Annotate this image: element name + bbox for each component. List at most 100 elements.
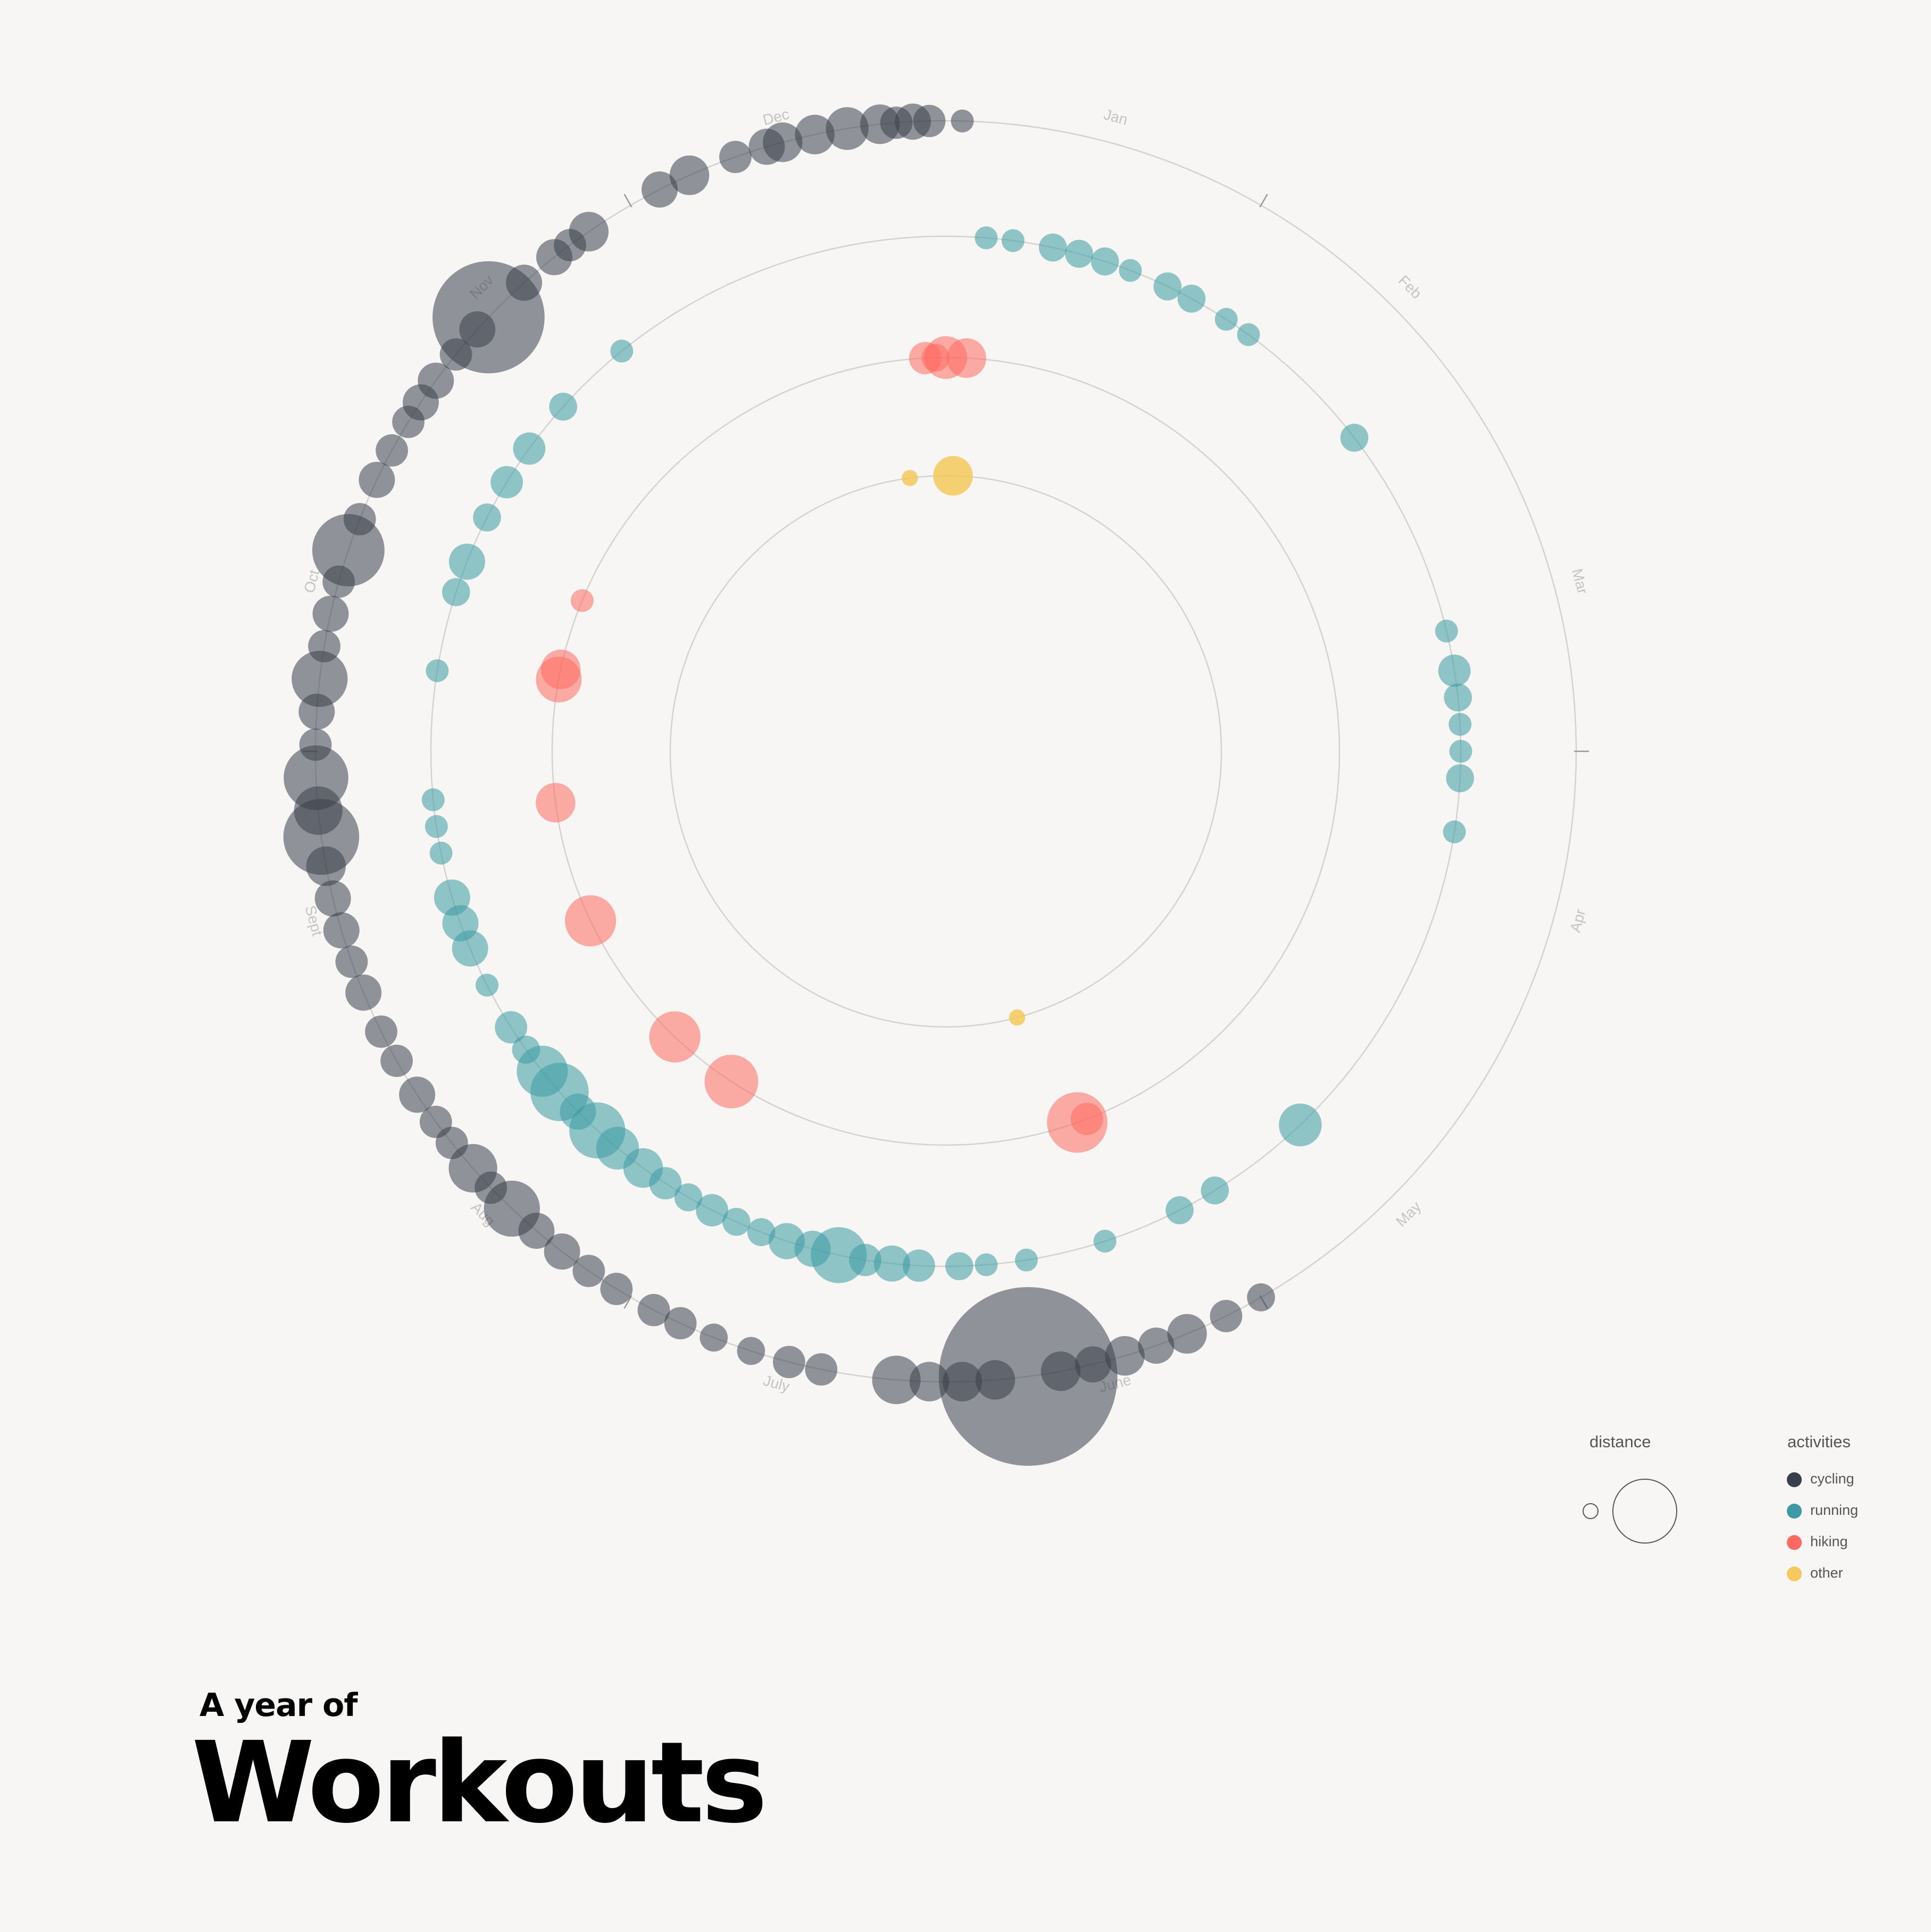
running-workout-point (1237, 323, 1260, 346)
running-workout-point (975, 1253, 998, 1276)
legend-swatch-cycling (1787, 1472, 1802, 1487)
running-workout-point (429, 841, 453, 865)
other-workout-point (902, 470, 918, 486)
running-workout-point (1166, 1196, 1194, 1224)
running-workout-point (473, 503, 501, 532)
running-workout-point (1449, 740, 1472, 763)
cycling-workout-point (642, 171, 678, 208)
cycling-workout-point (536, 239, 572, 276)
cycling-workout-point (737, 1337, 765, 1365)
cycling-workout-point (335, 946, 368, 978)
running-workout-point (1014, 1248, 1038, 1272)
legend-label-other: other (1810, 1565, 1843, 1581)
cycling-workout-point (572, 1255, 605, 1287)
cycling-workout-point (600, 1272, 633, 1305)
month-tick (623, 194, 632, 208)
chart-title: Workouts (192, 1718, 768, 1848)
cycling-workout-point (312, 595, 349, 632)
hiking-workout-point (909, 342, 942, 375)
cycling-workout-point (345, 974, 382, 1011)
running-workout-point (1446, 764, 1475, 792)
running-workout-point (1038, 233, 1067, 262)
running-workout-point (610, 339, 634, 363)
month-label-jan: Jan (1102, 106, 1130, 128)
legend-distance-large (1612, 1479, 1677, 1544)
cycling-workout-point (392, 405, 425, 438)
month-label-mar: Mar (1569, 567, 1591, 596)
cycling-workout-point (322, 565, 355, 598)
running-workout-point (1065, 239, 1093, 268)
legend-swatch-running (1787, 1504, 1802, 1519)
hiking-workout-point (946, 338, 986, 378)
running-workout-point (1119, 259, 1142, 282)
radial-workout-chart: JanFebMarAprMayJuneJulyAugSeptOctNovDec … (283, 103, 1858, 1581)
cycling-workout-point (805, 1353, 838, 1386)
cycling-workout-point (1167, 1314, 1207, 1354)
cycling-workout-point (306, 846, 346, 886)
running-workout-point (490, 466, 523, 499)
hiking-workout-point (704, 1055, 759, 1109)
running-workout-point (1444, 683, 1472, 712)
cycling-workout-point (1041, 1351, 1081, 1391)
running-workout-point (945, 1252, 973, 1280)
month-label-apr: Apr (1567, 907, 1588, 934)
running-workout-point (442, 578, 470, 607)
other-workout-point (1009, 1009, 1026, 1026)
cycling-workout-point (748, 128, 785, 165)
running-workout-point (1438, 654, 1471, 687)
running-workout-point (513, 432, 546, 465)
running-workout-point (434, 879, 470, 916)
cycling-workout-point (376, 434, 409, 467)
hiking-workout-point (536, 783, 576, 823)
running-workout-point (1435, 619, 1458, 643)
cycling-workout-point (1247, 1283, 1275, 1312)
hiking-workout-point (1070, 1102, 1103, 1135)
cycling-workout-point (772, 1346, 805, 1379)
cycling-workout-point (1210, 1300, 1243, 1332)
legend: distance activities cycling running hiki… (1583, 1432, 1858, 1581)
running-workout-point (1214, 308, 1238, 331)
running-workout-point (1443, 820, 1466, 843)
running-workout-point (1153, 272, 1182, 301)
workout-marks (283, 103, 1475, 1466)
legend-distance-title: distance (1589, 1432, 1651, 1451)
running-workout-point (1093, 1230, 1117, 1253)
month-label-feb: Feb (1395, 272, 1425, 302)
cycling-workout-point (323, 912, 360, 949)
running-workout-point (1201, 1176, 1229, 1205)
running-workout-point (1340, 424, 1369, 452)
running-workout-point (448, 543, 485, 580)
month-label-may: May (1393, 1198, 1424, 1230)
hiking-workout-point (565, 895, 617, 947)
legend-activities-title: activities (1787, 1432, 1851, 1451)
month-label-oct: Oct (301, 568, 322, 594)
running-workout-point (1279, 1103, 1322, 1147)
running-workout-point (425, 815, 448, 838)
legend-swatch-hiking (1787, 1535, 1802, 1550)
month-tick (1259, 194, 1268, 208)
legend-distance-small (1583, 1503, 1599, 1519)
hiking-workout-point (570, 589, 594, 612)
running-workout-point (476, 973, 499, 997)
running-workout-point (1001, 229, 1025, 252)
cycling-workout-point (365, 1015, 397, 1048)
running-workout-point (1177, 284, 1206, 313)
cycling-workout-point (380, 1044, 413, 1077)
legend-swatch-other (1787, 1566, 1802, 1581)
cycling-workout-point (314, 880, 351, 917)
legend-label-hiking: hiking (1810, 1533, 1848, 1549)
hiking-workout-point (540, 649, 581, 690)
cycling-workout-point (700, 1323, 728, 1352)
running-workout-point (426, 659, 449, 683)
legend-label-cycling: cycling (1810, 1471, 1854, 1487)
running-workout-point (1449, 712, 1472, 736)
title-block: A year of Workouts (192, 1687, 768, 1848)
cycling-workout-point (719, 140, 752, 173)
cycling-workout-point (298, 693, 335, 730)
running-workout-point (549, 392, 577, 421)
running-workout-point (747, 1218, 776, 1247)
other-workout-point (933, 455, 973, 496)
cycling-workout-point (359, 461, 395, 498)
running-workout-point (495, 1011, 528, 1044)
running-workout-point (975, 226, 998, 250)
